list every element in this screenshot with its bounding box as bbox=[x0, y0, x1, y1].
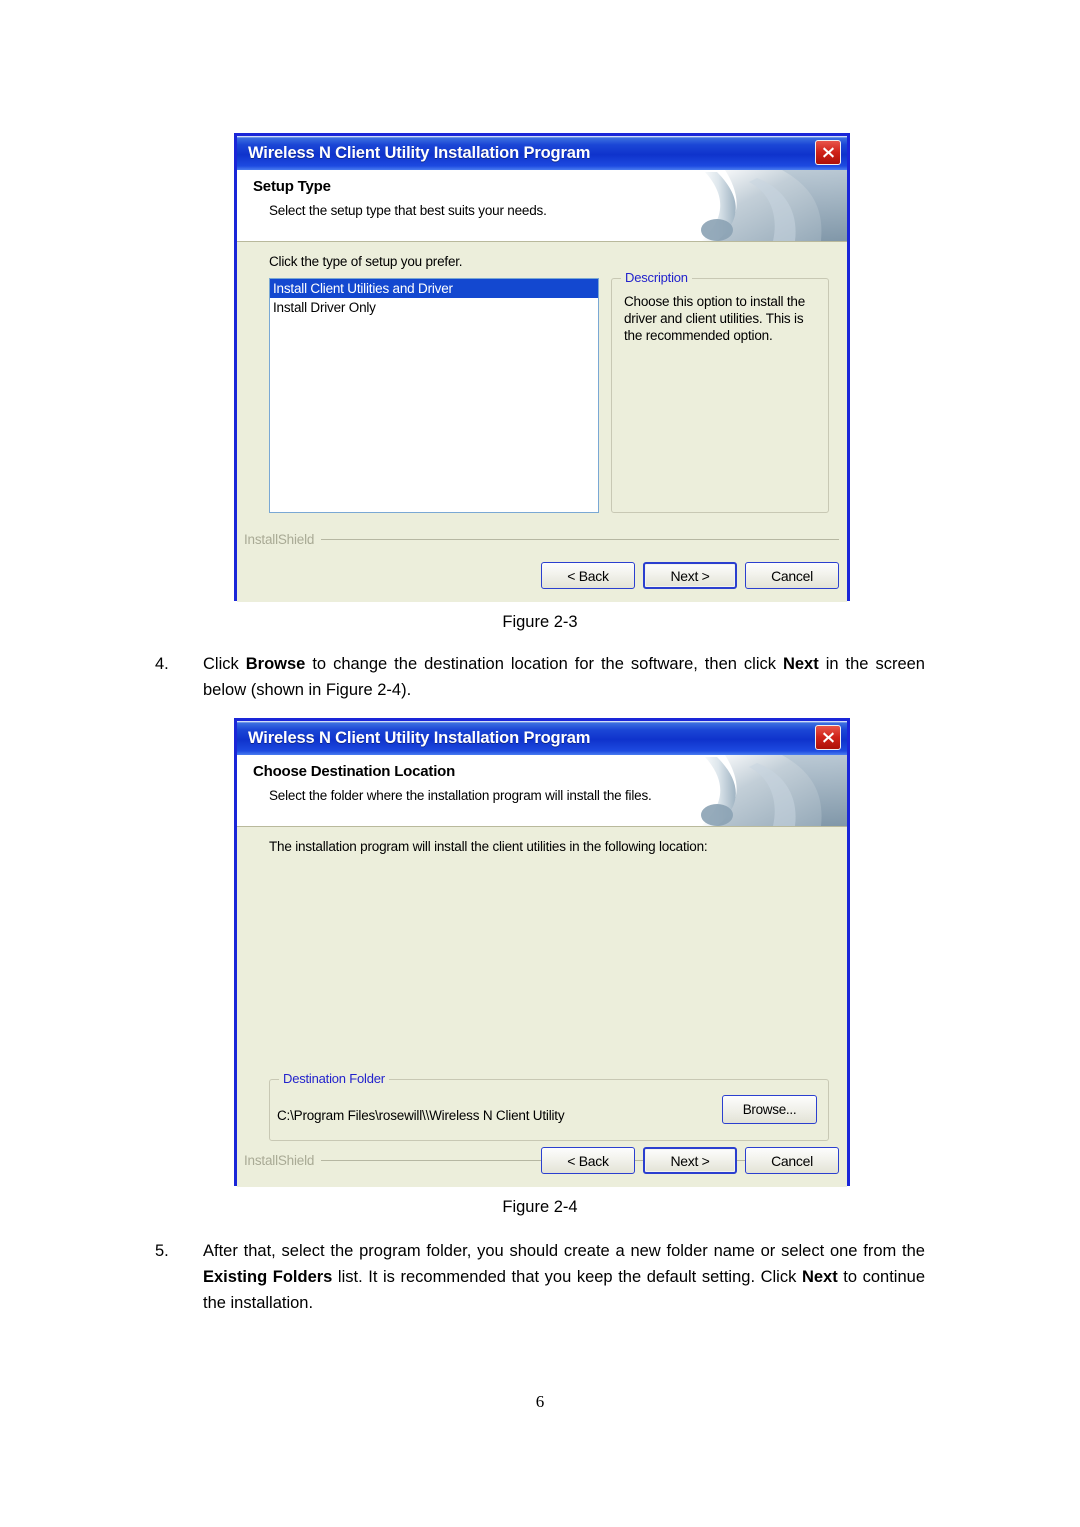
destination-path-value: C:\Program Files\rosewill\\Wireless N Cl… bbox=[277, 1108, 565, 1123]
installshield-label: InstallShield bbox=[244, 1153, 315, 1168]
next-button[interactable]: Next > bbox=[643, 562, 737, 589]
browse-button[interactable]: Browse... bbox=[722, 1095, 817, 1124]
destination-body: The installation program will install th… bbox=[237, 827, 847, 1187]
destination-button-row: < Back Next > Cancel bbox=[541, 1147, 839, 1174]
installshield-label: InstallShield bbox=[244, 532, 315, 547]
destination-folder-groupbox: Destination Folder C:\Program Files\rose… bbox=[269, 1071, 829, 1141]
setup-type-dialog: Wireless N Client Utility Installation P… bbox=[234, 133, 850, 602]
manual-page: Wireless N Client Utility Installation P… bbox=[0, 0, 1080, 1527]
banner-graphic-icon bbox=[687, 170, 847, 241]
figure-2-4-caption: Figure 2-4 bbox=[502, 1198, 578, 1216]
destination-group-label: Destination Folder bbox=[279, 1071, 389, 1086]
step-4-text: Click Browse to change the destination l… bbox=[203, 655, 925, 699]
figure-2-3-caption: Figure 2-3 bbox=[502, 613, 578, 631]
step-4-paragraph: 4. Click Browse to change the destinatio… bbox=[155, 651, 925, 703]
setup-type-prompt: Click the type of setup you prefer. bbox=[269, 254, 463, 269]
setup-type-body: Click the type of setup you prefer. Inst… bbox=[237, 242, 847, 602]
close-icon[interactable] bbox=[815, 725, 841, 750]
description-group-label: Description bbox=[621, 270, 692, 285]
footer-divider bbox=[321, 539, 839, 540]
setup-type-listbox[interactable]: Install Client Utilities and Driver Inst… bbox=[269, 278, 599, 513]
back-button[interactable]: < Back bbox=[541, 1147, 635, 1174]
header-title: Setup Type bbox=[253, 178, 331, 195]
window-title: Wireless N Client Utility Installation P… bbox=[248, 143, 591, 162]
window-title: Wireless N Client Utility Installation P… bbox=[248, 728, 591, 747]
step-5-text: After that, select the program folder, y… bbox=[203, 1242, 926, 1312]
setup-type-titlebar: Wireless N Client Utility Installation P… bbox=[237, 136, 847, 170]
description-text: Choose this option to install the driver… bbox=[624, 294, 806, 343]
destination-titlebar: Wireless N Client Utility Installation P… bbox=[237, 721, 847, 755]
step-5-paragraph: 5. After that, select the program folder… bbox=[155, 1238, 925, 1316]
list-item[interactable]: Install Client Utilities and Driver bbox=[270, 279, 598, 298]
destination-prompt: The installation program will install th… bbox=[269, 839, 708, 854]
choose-destination-dialog: Wireless N Client Utility Installation P… bbox=[234, 718, 850, 1187]
step-5-number: 5. bbox=[155, 1242, 169, 1260]
header-title: Choose Destination Location bbox=[253, 763, 456, 780]
back-button[interactable]: < Back bbox=[541, 562, 635, 589]
list-item[interactable]: Install Driver Only bbox=[270, 298, 598, 317]
setup-type-button-row: < Back Next > Cancel bbox=[541, 562, 839, 589]
setup-type-header: Setup Type Select the setup type that be… bbox=[237, 170, 847, 242]
header-subtitle: Select the folder where the installation… bbox=[269, 788, 652, 803]
banner-graphic-icon bbox=[687, 755, 847, 826]
close-icon[interactable] bbox=[815, 140, 841, 165]
cancel-button[interactable]: Cancel bbox=[745, 562, 839, 589]
installshield-footer: InstallShield bbox=[237, 532, 847, 547]
description-groupbox: Description Choose this option to instal… bbox=[611, 270, 829, 513]
page-number: 6 bbox=[535, 1392, 545, 1411]
next-button[interactable]: Next > bbox=[643, 1147, 737, 1174]
step-4-number: 4. bbox=[155, 655, 169, 673]
destination-header: Choose Destination Location Select the f… bbox=[237, 755, 847, 827]
cancel-button[interactable]: Cancel bbox=[745, 1147, 839, 1174]
header-subtitle: Select the setup type that best suits yo… bbox=[269, 203, 547, 218]
